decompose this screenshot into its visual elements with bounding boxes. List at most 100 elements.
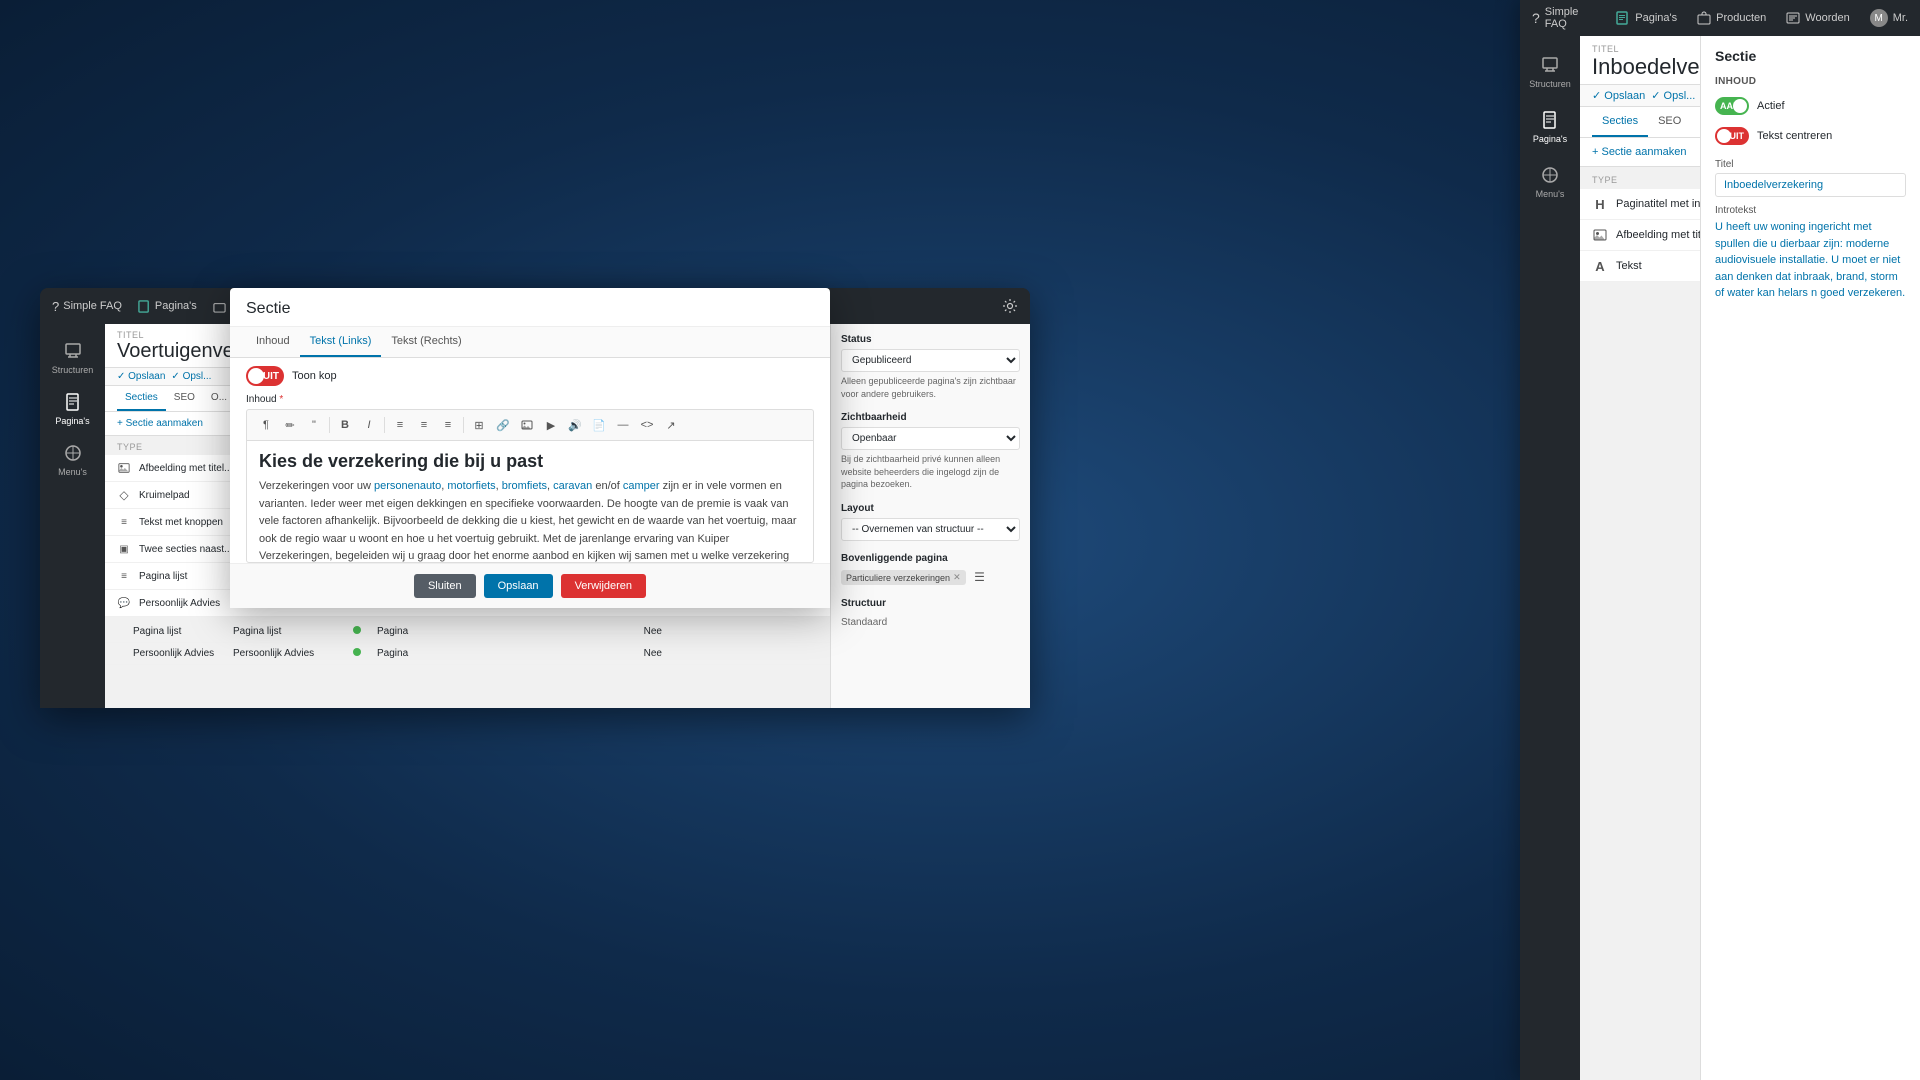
front-nav-structuren[interactable]: Structuren <box>40 332 105 383</box>
front-afbeelding-icon <box>117 461 131 475</box>
back-nav: Structuren Pagina's Menu's <box>1520 36 1580 1080</box>
front-table: Pagina lijst Pagina lijst Pagina Nee Per… <box>105 621 830 665</box>
table-row[interactable]: Pagina lijst Pagina lijst Pagina Nee <box>105 621 830 643</box>
toolbar-sep-3 <box>463 417 464 433</box>
back-tab-seo[interactable]: SEO <box>1648 107 1691 137</box>
front-structuren-icon <box>62 340 84 362</box>
modal-toolbar: ¶ ✏ " B I ≡ ≡ ≡ ⊞ 🔗 ▶ 🔊 📄 — <> ↗ <box>246 409 814 440</box>
front-pagina-lijst-icon: ≡ <box>117 569 131 583</box>
front-tab-secties[interactable]: Secties <box>117 386 166 411</box>
back-nav-menus[interactable]: Menu's <box>1520 156 1580 207</box>
toggle-aan[interactable]: AAN <box>1715 97 1749 115</box>
sectie-panel: Sectie Inhoud AAN Actief UIT Tekst centr… <box>1700 36 1920 1080</box>
toolbar-code[interactable]: <> <box>636 414 658 436</box>
toolbar-list-ul[interactable]: ≡ <box>437 414 459 436</box>
front-preview-button[interactable]: ✓ Opsl... <box>171 371 211 382</box>
sectie-title-label: Titel <box>1701 151 1920 173</box>
modal-tab-tekst-rechts[interactable]: Tekst (Rechts) <box>381 327 471 357</box>
back-nav-paginas[interactable]: Pagina's <box>1520 101 1580 152</box>
front-kruimelpad-icon: ◇ <box>117 488 131 502</box>
back-topbar-faq[interactable]: ? Simple FAQ <box>1532 6 1596 30</box>
modal-toon-kop-toggle[interactable]: UIT <box>246 366 284 386</box>
modal-sluiten-button[interactable]: Sluiten <box>414 574 476 598</box>
back-tab-secties[interactable]: Secties <box>1592 107 1648 137</box>
back-topbar-words[interactable]: Woorden <box>1786 11 1849 25</box>
modal-tab-inhoud[interactable]: Inhoud <box>246 327 300 357</box>
modal-required-indicator: * <box>279 394 283 405</box>
modal-opslaan-button[interactable]: Opslaan <box>484 574 553 598</box>
modal-toon-kop-caption: Toon kop <box>292 370 337 382</box>
toolbar-table[interactable]: ⊞ <box>468 414 490 436</box>
toolbar-italic[interactable]: I <box>358 414 380 436</box>
front-settings-gear[interactable] <box>1002 298 1018 314</box>
front-zichtbaarheid-select[interactable]: Openbaar <box>841 427 1020 450</box>
front-bovenliggende-list[interactable]: ☰ <box>974 570 985 584</box>
sectie-panel-title: Sectie <box>1701 36 1920 72</box>
back-nav-structuren[interactable]: Structuren <box>1520 46 1580 97</box>
front-tab-seo[interactable]: SEO <box>166 386 203 411</box>
front-twee-secties-icon: ▣ <box>117 542 131 556</box>
toolbar-file[interactable]: 📄 <box>588 414 610 436</box>
toolbar-quote[interactable]: " <box>303 414 325 436</box>
toolbar-hr[interactable]: — <box>612 414 634 436</box>
toolbar-list-ol[interactable]: ≡ <box>413 414 435 436</box>
front-zichtbaarheid-desc: Bij de zichtbaarheid privé kunnen alleen… <box>841 453 1020 491</box>
toolbar-audio[interactable]: 🔊 <box>564 414 586 436</box>
back-topbar-pages[interactable]: Pagina's <box>1616 11 1677 25</box>
modal-header: Sectie <box>230 288 830 327</box>
front-save-button[interactable]: ✓ Opslaan <box>117 371 165 382</box>
modal-link-motorfiets[interactable]: motorfiets <box>447 480 495 492</box>
modal-title: Sectie <box>246 300 814 318</box>
modal-editor-paragraph: Verzekeringen voor uw personenauto, moto… <box>259 478 801 563</box>
front-topbar-pages[interactable]: Pagina's <box>138 300 197 313</box>
modal-footer: Sluiten Opslaan Verwijderen <box>230 563 830 608</box>
front-status-select[interactable]: Gepubliceerd <box>841 349 1020 372</box>
front-nav-paginas[interactable]: Pagina's <box>40 383 105 434</box>
modal-link-caravan[interactable]: caravan <box>553 480 592 492</box>
modal-tab-tekst-links[interactable]: Tekst (Links) <box>300 327 382 357</box>
toolbar-paragraph[interactable]: ¶ <box>255 414 277 436</box>
sectie-introtekst-label: Introtekst <box>1701 197 1920 219</box>
back-topbar-products[interactable]: Producten <box>1697 11 1766 25</box>
toolbar-image[interactable] <box>516 414 538 436</box>
modal-link-bromfiets[interactable]: bromfiets <box>502 480 547 492</box>
front-bovenliggende-tag[interactable]: Particuliere verzekeringen ✕ <box>841 570 966 585</box>
toolbar-link[interactable]: 🔗 <box>492 414 514 436</box>
toolbar-sep-1 <box>329 417 330 433</box>
sectie-title-input[interactable] <box>1715 173 1906 197</box>
modal-editor[interactable]: Kies de verzekering die bij u past Verze… <box>246 440 814 563</box>
front-bovenliggende-title: Bovenliggende pagina <box>841 553 1020 564</box>
back-topbar-user[interactable]: M Mr. <box>1870 9 1908 27</box>
modal-link-personenauto[interactable]: personenauto <box>374 480 441 492</box>
toolbar-bold[interactable]: B <box>334 414 356 436</box>
toolbar-video[interactable]: ▶ <box>540 414 562 436</box>
front-topbar-faq[interactable]: ? Simple FAQ <box>52 299 122 314</box>
front-zichtbaarheid-title: Zichtbaarheid <box>841 412 1020 423</box>
toolbar-fullscreen[interactable]: ↗ <box>660 414 682 436</box>
toolbar-align-left[interactable]: ≡ <box>389 414 411 436</box>
modal-toggle-label: UIT <box>263 371 279 382</box>
front-nav-menus[interactable]: Menu's <box>40 434 105 485</box>
front-persoonlijk-advies-icon: 💬 <box>117 596 131 610</box>
front-menus-icon <box>62 442 84 464</box>
front-tag-remove[interactable]: ✕ <box>953 572 961 583</box>
front-status-desc: Alleen gepubliceerde pagina's zijn zicht… <box>841 375 1020 400</box>
back-preview-button[interactable]: ✓ Opsl... <box>1651 89 1695 102</box>
back-save-button[interactable]: ✓ Opslaan <box>1592 89 1645 102</box>
sectie-toggle-aan-row: AAN Actief <box>1701 91 1920 121</box>
toolbar-pen[interactable]: ✏ <box>279 414 301 436</box>
modal-editor-heading: Kies de verzekering die bij u past <box>259 451 801 472</box>
toggle-uit[interactable]: UIT <box>1715 127 1749 145</box>
front-status-title: Status <box>841 334 1020 345</box>
paginatitel-icon: H <box>1592 196 1608 212</box>
front-layout-select[interactable]: -- Overnemen van structuur -- <box>841 518 1020 541</box>
modal-inhoud-label: Inhoud * <box>230 394 830 409</box>
menus-icon <box>1539 164 1561 186</box>
front-right-panel: Status Gepubliceerd Alleen gepubliceerde… <box>830 324 1030 708</box>
front-sidebar: Structuren Pagina's Menu's <box>40 324 105 708</box>
sectie-toggle-uit-row: UIT Tekst centreren <box>1701 121 1920 151</box>
modal-verwijderen-button[interactable]: Verwijderen <box>561 574 646 598</box>
modal-link-camper[interactable]: camper <box>623 480 660 492</box>
table-row[interactable]: Persoonlijk Advies Persoonlijk Advies Pa… <box>105 643 830 665</box>
sectie-introtekst-content: U heeft uw woning ingericht met spullen … <box>1715 219 1906 302</box>
